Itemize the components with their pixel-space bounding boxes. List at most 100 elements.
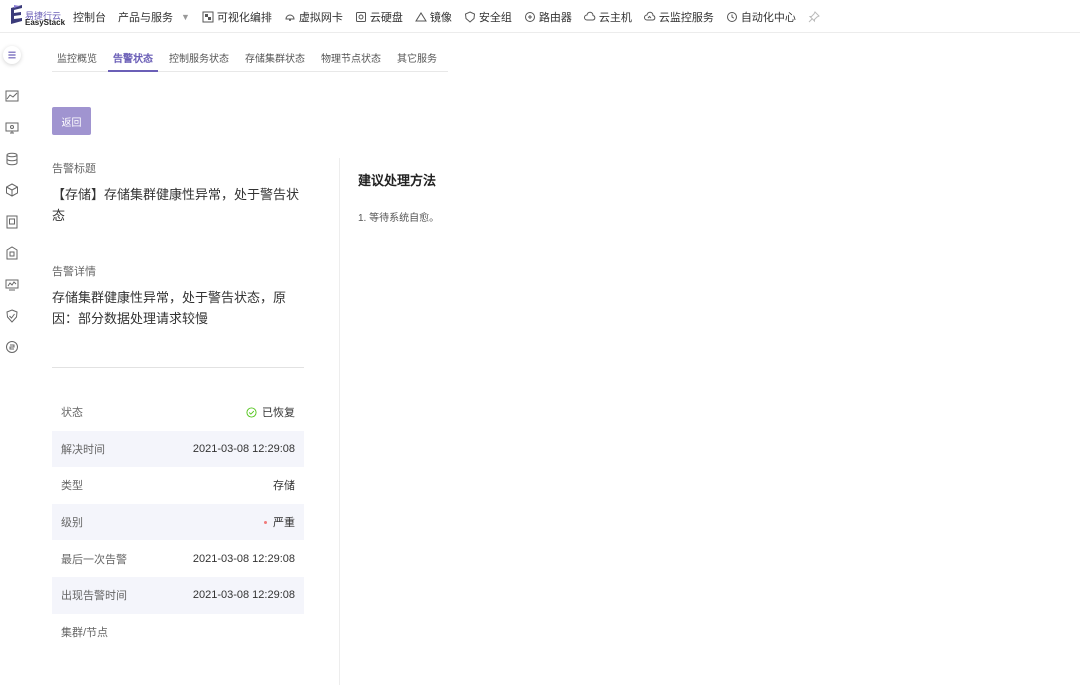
nav-cloud-monitor-label: 云监控服务 [658,11,714,24]
rail-cube[interactable] [5,183,19,197]
router-icon [524,11,535,22]
detail-row-cluster-node: 集群/节点 [52,614,304,651]
nav-cloud-host[interactable]: 云主机 [583,9,632,25]
nav-console[interactable]: 控制台 [73,9,106,25]
image-icon [415,11,427,21]
status-value: 已恢复 [262,407,295,420]
detail-row-type: 类型 存储 [52,467,304,504]
nav-automation-label: 自动化中心 [740,11,796,24]
alert-details-table: 状态 已恢复 解决时间 2021-03-08 12:29:08 类型 存储 级别… [52,394,304,650]
detail-value: 2021-03-08 12:29:08 [192,552,295,565]
detail-key: 解决时间 [61,443,105,456]
pin-icon [808,10,820,22]
nav-virtual-nic-label: 虚拟网卡 [298,11,343,24]
nav-cloud-disk[interactable]: 云硬盘 [355,9,403,25]
suggestion-text: 1. 等待系统自愈。 [358,213,440,224]
logo-mark-icon [11,5,22,24]
alert-title-label: 告警标题 [52,163,96,175]
detail-key: 类型 [61,480,83,493]
tab-overview[interactable]: 监控概览 [52,44,102,71]
automation-rail-icon [6,341,18,353]
top-navbar: 易捷行云 EasyStack 控制台 产品与服务 ▼ 可视化编排 虚拟网卡 云硬… [0,0,1080,33]
rail-monitor[interactable] [5,89,19,103]
nav-security-group[interactable]: 安全组 [464,9,512,25]
detail-value: 已恢复 [246,404,295,420]
rail-database[interactable] [5,152,19,166]
detail-value: 2021-03-08 12:29:08 [192,589,295,602]
rail-security[interactable] [5,309,19,323]
detail-key: 状态 [61,407,83,420]
alert-detail-label: 告警详情 [52,266,96,278]
detail-value: 严重 [264,514,295,530]
cube-icon [6,183,18,197]
menu-toggle[interactable] [3,46,21,64]
cloud-host-icon [583,11,596,20]
server-icon [6,215,18,229]
divider [52,367,304,368]
nav-virtual-nic[interactable]: 虚拟网卡 [284,9,343,25]
rail-dashboard[interactable] [5,278,19,292]
alert-summary: 告警标题 【存储】存储集群健康性异常，处于警告状态 告警详情 存储集群健康性异常… [52,160,304,329]
nav-router[interactable]: 路由器 [524,9,572,25]
rail-server[interactable] [5,215,19,229]
nav-products-label: 产品与服务 [118,11,173,24]
shield-check-icon [6,309,18,323]
nav-cloud-host-label: 云主机 [598,11,632,24]
monitor-tabs: 监控概览 告警状态 控制服务状态 存储集群状态 物理节点状态 其它服务 [52,44,448,72]
alert-title: 【存储】存储集群健康性异常，处于警告状态 [52,187,300,223]
pin-button[interactable] [808,10,823,23]
tab-control-service[interactable]: 控制服务状态 [164,44,234,71]
main-nav: 控制台 产品与服务 ▼ 可视化编排 虚拟网卡 云硬盘 镜像 安全组 路由器 云主… [73,0,835,33]
nav-products[interactable]: 产品与服务 ▼ [118,9,190,25]
database-icon [6,152,18,166]
nav-router-label: 路由器 [538,11,572,24]
detail-key: 最后一次告警 [61,553,127,566]
orchestration-icon [202,11,214,22]
automation-icon [726,11,737,22]
menu-icon [8,51,16,59]
rail-automation[interactable] [5,340,19,354]
severity-value: 严重 [273,517,295,530]
disk-icon [355,11,366,22]
tab-other-services[interactable]: 其它服务 [392,44,442,71]
detail-value: 存储 [273,480,295,493]
tab-alert-status[interactable]: 告警状态 [108,44,158,72]
line-chart-icon [5,90,19,102]
alert-detail: 存储集群健康性异常，处于警告状态，原因：部分数据处理请求较慢 [52,290,287,326]
building-icon [6,246,18,260]
nav-image[interactable]: 镜像 [415,9,452,25]
detail-row-status: 状态 已恢复 [52,394,304,431]
detail-row-resolved-time: 解决时间 2021-03-08 12:29:08 [52,430,304,468]
nav-image-label: 镜像 [429,11,452,24]
detail-row-level: 级别 严重 [52,503,304,541]
nav-cloud-monitor[interactable]: 云监控服务 [643,9,714,25]
nav-orchestration[interactable]: 可视化编排 [202,9,272,25]
side-rail [0,33,24,685]
suggestion-title: 建议处理方法 [358,173,437,188]
brand-name-en: EasyStack [25,18,66,27]
nav-orchestration-label: 可视化编排 [216,11,272,24]
rail-screen[interactable] [5,121,19,135]
tab-storage-cluster[interactable]: 存储集群状态 [240,44,310,71]
brand-logo[interactable]: 易捷行云 EasyStack [9,2,65,31]
detail-row-first-alert: 出现告警时间 2021-03-08 12:29:08 [52,576,304,614]
detail-row-last-alert: 最后一次告警 2021-03-08 12:29:08 [52,540,304,577]
nav-security-group-label: 安全组 [478,11,512,24]
nav-console-label: 控制台 [73,11,106,24]
nic-icon [285,14,295,21]
suggestion-panel: 建议处理方法 1. 等待系统自愈。 [358,170,439,224]
detail-key: 出现告警时间 [61,590,127,603]
severity-dot [264,520,267,524]
detail-value: 2021-03-08 12:29:08 [192,442,295,455]
monitor-icon [5,122,19,134]
back-button[interactable]: 返回 [52,107,91,135]
cloud-monitor-icon [643,11,656,20]
nav-automation[interactable]: 自动化中心 [726,9,796,25]
rail-building[interactable] [5,246,19,260]
check-circle-icon [246,407,257,418]
nav-cloud-disk-label: 云硬盘 [369,11,403,24]
detail-key: 集群/节点 [61,626,109,639]
column-divider [339,158,340,685]
tab-physical-node[interactable]: 物理节点状态 [316,44,386,71]
detail-key: 级别 [61,517,83,530]
